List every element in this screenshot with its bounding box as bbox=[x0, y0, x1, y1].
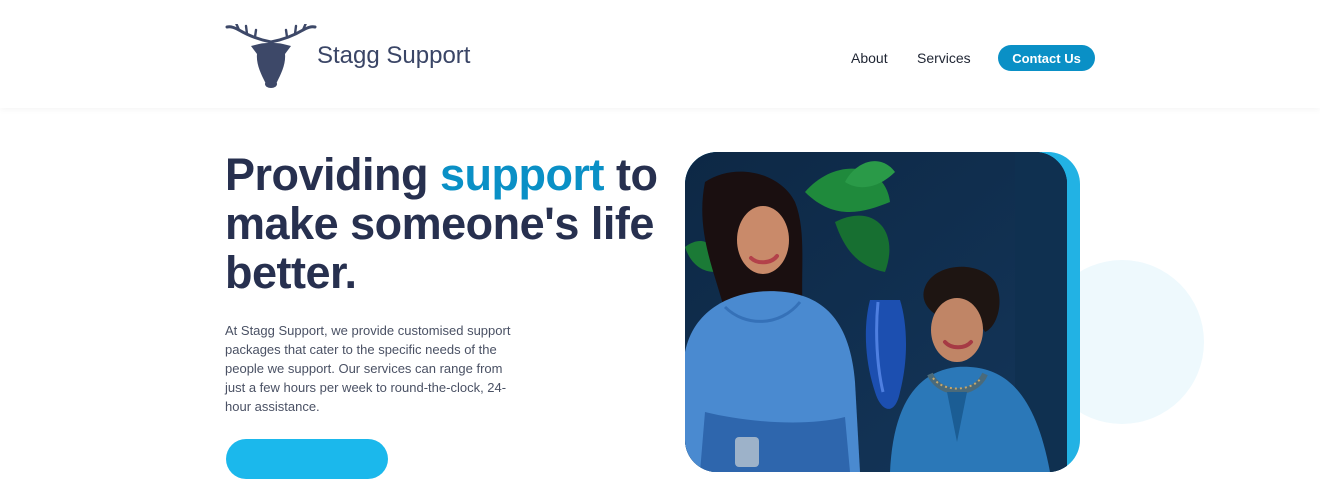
hero-photo-frame bbox=[685, 152, 1080, 472]
hero-cta-button[interactable] bbox=[226, 439, 388, 479]
site-header: Stagg Support About Services Contact Us bbox=[0, 0, 1320, 108]
hero-intro-text: At Stagg Support, we provide customised … bbox=[225, 323, 511, 414]
headline-accent-word: support bbox=[440, 149, 604, 200]
nav-about-link[interactable]: About bbox=[851, 50, 888, 66]
headline-text-start: Providing bbox=[225, 149, 441, 200]
contact-us-button[interactable]: Contact Us bbox=[998, 45, 1095, 71]
nav-services-link[interactable]: Services bbox=[917, 50, 971, 66]
hero-headline: Providing support to make someone's life… bbox=[225, 150, 665, 297]
hero-photo-illustration bbox=[685, 152, 1067, 472]
hero-photo bbox=[685, 152, 1067, 472]
brand-name[interactable]: Stagg Support bbox=[317, 42, 470, 70]
stag-head-icon[interactable] bbox=[225, 24, 317, 90]
